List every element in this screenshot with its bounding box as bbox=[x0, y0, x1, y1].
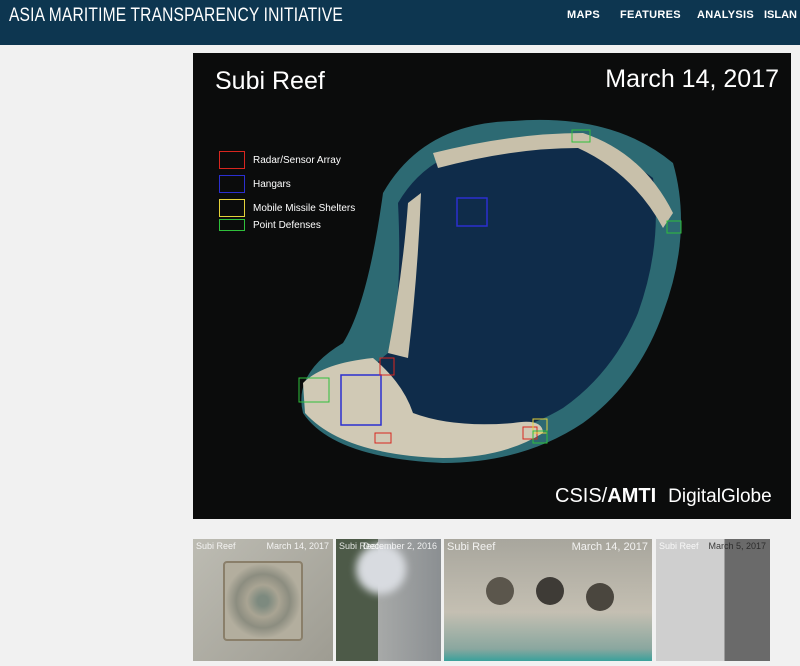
image-title: Subi Reef bbox=[215, 67, 325, 95]
credit-csis: CSIS/ bbox=[555, 485, 608, 507]
thumbnail-date: March 5, 2017 bbox=[708, 541, 766, 551]
image-date: March 14, 2017 bbox=[605, 65, 779, 93]
legend-missile-shelters: Mobile Missile Shelters bbox=[219, 199, 356, 217]
legend: Radar/Sensor Array Hangars Mobile Missil… bbox=[219, 151, 356, 236]
thumbnail-title: Subi Reef bbox=[196, 541, 236, 551]
thumbnail-date: March 14, 2017 bbox=[571, 541, 648, 553]
nav-maps[interactable]: MAPS bbox=[567, 9, 600, 21]
thumbnail-date: December 2, 2016 bbox=[362, 541, 437, 551]
thumbnail-2[interactable]: Subi Reef December 2, 2016 bbox=[336, 539, 441, 661]
site-header: ASIA MARITIME TRANSPARENCY INITIATIVE MA… bbox=[0, 0, 800, 45]
thumbnail-title: Subi Reef bbox=[447, 541, 496, 553]
nav-features[interactable]: FEATURES bbox=[620, 9, 681, 21]
image-credit: CSIS/AMTI DigitalGlobe bbox=[555, 485, 772, 508]
legend-radar: Radar/Sensor Array bbox=[219, 151, 355, 169]
legend-label: Hangars bbox=[253, 178, 291, 190]
credit-amti: AMTI bbox=[607, 485, 657, 507]
legend-swatch bbox=[219, 151, 245, 169]
legend-swatch bbox=[219, 199, 245, 217]
thumbnail-4[interactable]: Subi Reef March 5, 2017 bbox=[656, 539, 770, 661]
credit-digitalglobe: DigitalGlobe bbox=[668, 486, 772, 507]
legend-swatch bbox=[219, 219, 245, 231]
legend-label: Radar/Sensor Array bbox=[253, 154, 341, 166]
legend-point-defenses: Point Defenses bbox=[219, 219, 355, 231]
thumbnail-date: March 14, 2017 bbox=[266, 541, 329, 551]
legend-swatch bbox=[219, 175, 245, 193]
satellite-image[interactable]: Subi Reef March 14, 2017 Radar/Sensor Ar… bbox=[193, 53, 791, 519]
legend-hangars: Hangars bbox=[219, 175, 355, 193]
thumbnail-title: Subi Reef bbox=[659, 541, 699, 551]
thumbnail-3[interactable]: Subi Reef March 14, 2017 bbox=[444, 539, 652, 661]
thumbnail-1[interactable]: Subi Reef March 14, 2017 bbox=[193, 539, 333, 661]
legend-label: Point Defenses bbox=[253, 219, 321, 231]
nav-islands[interactable]: ISLAN bbox=[764, 9, 797, 21]
nav-analysis[interactable]: ANALYSIS bbox=[697, 9, 754, 21]
reef-illustration bbox=[298, 119, 682, 464]
main-nav: MAPS FEATURES ANALYSIS ISLAN bbox=[0, 9, 800, 25]
legend-label: Mobile Missile Shelters bbox=[253, 202, 356, 214]
